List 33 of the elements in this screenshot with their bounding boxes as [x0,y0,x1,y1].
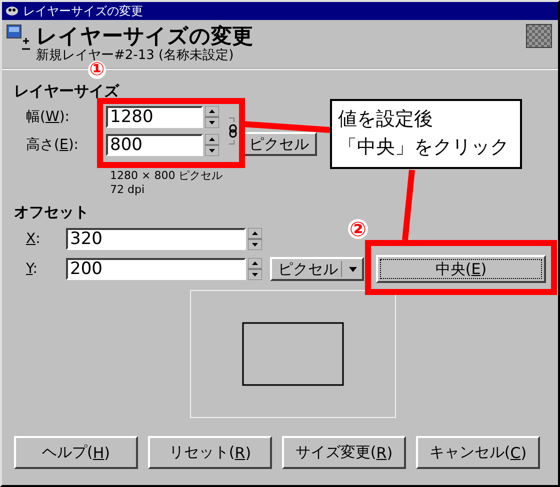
layer-preview-icon [526,24,552,48]
center-button[interactable]: 中央(E) [376,255,546,283]
number-field[interactable]: 800 [106,134,203,156]
dialog-button[interactable]: サイズ変更(R) [282,436,406,469]
spin-buttons[interactable] [248,228,262,250]
callout-text: 値を設定後 「中央」をクリック [338,107,509,160]
spin-buttons[interactable] [205,134,219,156]
leader-line [402,170,415,240]
spin-buttons[interactable] [248,258,262,280]
window-title: レイヤーサイズの変更 [23,2,143,20]
section-heading: オフセット [14,203,89,222]
number-field[interactable]: 1280 [106,106,203,128]
spin-buttons[interactable] [205,106,219,128]
dialog-button[interactable]: ヘルプ(H) [14,436,138,469]
app-icon [5,5,19,17]
caret-icon [341,261,359,277]
chain-icon[interactable] [227,117,237,145]
dialog-button[interactable]: キャンセル(C) [416,436,540,469]
unit-dropdown[interactable]: ピクセル [270,257,364,281]
field-label: 高さ(E): [25,136,80,154]
number-field[interactable]: 320 [66,228,246,250]
dialog-button[interactable]: リセット(R) [148,436,272,469]
step-marker: ① [88,61,106,79]
step-marker: ② [348,219,368,239]
layer-name: 新規レイヤー#2-13 (名称未設定) [36,48,235,63]
field-label: Y: [25,261,38,277]
field-label: X: [25,231,42,247]
number-field[interactable]: 200 [66,258,246,280]
section-heading: レイヤーサイズ [14,82,119,101]
size-info: 1280 × 800 ピクセル [110,169,224,183]
dialog-heading: レイヤーサイズの変更 [36,24,254,48]
field-label: 幅(W): [25,108,70,126]
resolution-info: 72 dpi [110,183,146,197]
